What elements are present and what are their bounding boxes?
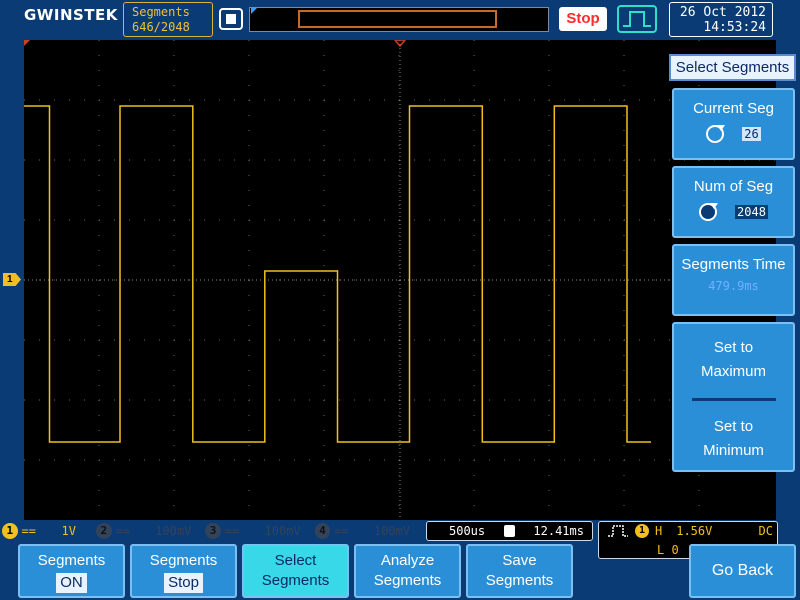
- segments-on-button[interactable]: Segments ON: [18, 544, 125, 598]
- select-segments-line2: Segments: [261, 572, 330, 589]
- segments-counter-label: Segments: [132, 5, 190, 19]
- set-to-minimum-option[interactable]: Set to Minimum: [674, 415, 793, 463]
- channel-status-bar: 1 == 1V 2 == 100mV 3 == 100mV 4 == 100mV: [0, 521, 422, 541]
- set-min-line1: Set to: [713, 418, 754, 435]
- variable-knob-icon: [699, 203, 719, 221]
- ch3-coupling-dc-icon: ==: [224, 524, 240, 538]
- select-segments-line1: Select: [274, 552, 317, 569]
- ch2-scale: 100mV: [155, 524, 192, 538]
- horizontal-position-icon: [503, 525, 515, 537]
- ch2-coupling-dc-icon: ==: [115, 524, 130, 538]
- ch3-scale: 100mV: [264, 524, 301, 538]
- trigger-edge-icon: [617, 5, 657, 33]
- timebase-status: 500us 12.41ms: [426, 521, 593, 541]
- ch3-indicator: 3: [205, 523, 221, 539]
- acquire-stop-icon: [219, 8, 243, 30]
- set-divider: [691, 398, 776, 401]
- date-time-display: 26 Oct 2012 14:53:24: [669, 2, 773, 37]
- timebase-scale: 500us: [449, 524, 486, 538]
- save-segments-line1: Save: [502, 552, 537, 569]
- time-display: 14:53:24: [703, 20, 766, 35]
- brand-logo: GWINSTEK: [24, 6, 118, 24]
- ch1-indicator: 1: [2, 523, 18, 539]
- segments-on-label: Segments: [37, 552, 106, 569]
- ch1-waveform-trace: [24, 105, 651, 443]
- current-seg-value: 26: [742, 127, 761, 141]
- go-back-button[interactable]: Go Back: [689, 544, 796, 598]
- run-state-badge: Stop: [559, 7, 607, 31]
- set-max-line1: Set to: [713, 339, 754, 356]
- analyze-segments-line1: Analyze: [380, 552, 435, 569]
- segments-time-label: Segments Time: [681, 256, 786, 273]
- memory-start-marker-icon: [24, 40, 30, 46]
- oscilloscope-screen: GWINSTEK Segments 646/2048 Stop 26 Oct 2…: [0, 0, 800, 600]
- analyze-segments-line2: Segments: [373, 572, 442, 589]
- set-to-maximum-option[interactable]: Set to Maximum: [674, 336, 793, 384]
- segments-counter-value: 646/2048: [132, 20, 190, 34]
- trigger-row2: L 0: [657, 543, 679, 557]
- current-seg-label: Current Seg: [693, 100, 774, 117]
- segments-stop-label: Segments: [149, 552, 218, 569]
- memory-bar: [249, 7, 549, 32]
- trigger-edge-small-icon: [608, 525, 628, 537]
- memory-view-window: [298, 10, 497, 28]
- date-display: 26 Oct 2012: [679, 5, 766, 20]
- num-of-seg-value: 2048: [735, 205, 768, 219]
- side-menu-title: Select Segments: [669, 54, 796, 81]
- num-of-seg-button[interactable]: Num of Seg 2048: [672, 166, 795, 238]
- set-max-line2: Maximum: [700, 363, 766, 380]
- segments-counter: Segments 646/2048: [123, 2, 213, 37]
- num-of-seg-label: Num of Seg: [693, 178, 774, 195]
- ch4-scale: 100mV: [373, 524, 410, 538]
- waveform-display[interactable]: [24, 39, 776, 520]
- memory-position-marker-icon: [251, 8, 257, 14]
- segments-time-value: 479.9ms: [708, 279, 759, 293]
- ch1-ground-marker[interactable]: 1: [3, 273, 21, 286]
- segments-time-button[interactable]: Segments Time 479.9ms: [672, 244, 795, 316]
- save-segments-line2: Segments: [485, 572, 554, 589]
- trigger-mode: H: [655, 524, 663, 538]
- set-max-min-button[interactable]: Set to Maximum Set to Minimum: [672, 322, 795, 472]
- trigger-level: 1.56V: [676, 524, 713, 538]
- variable-knob-icon: [706, 125, 726, 143]
- trigger-source-indicator: 1: [635, 524, 649, 538]
- timebase-delay: 12.41ms: [533, 524, 584, 538]
- segments-stop-button[interactable]: Segments Stop: [130, 544, 237, 598]
- ch1-scale: 1V: [61, 524, 76, 538]
- segments-on-option: ON: [56, 573, 87, 593]
- waveform-grid: [24, 39, 776, 520]
- trigger-coupling: DC: [758, 524, 773, 538]
- ch1-coupling-dc-icon: ==: [21, 524, 36, 538]
- segments-stop-option: Stop: [164, 573, 203, 593]
- rising-edge-icon: [623, 11, 651, 27]
- current-seg-button[interactable]: Current Seg 26: [672, 88, 795, 160]
- save-segments-button[interactable]: Save Segments: [466, 544, 573, 598]
- ch4-indicator: 4: [314, 523, 331, 539]
- ch2-indicator: 2: [96, 523, 112, 539]
- analyze-segments-button[interactable]: Analyze Segments: [354, 544, 461, 598]
- select-segments-button[interactable]: Select Segments: [242, 544, 349, 598]
- set-min-line2: Minimum: [703, 442, 764, 459]
- ch4-coupling-dc-icon: ==: [334, 524, 349, 538]
